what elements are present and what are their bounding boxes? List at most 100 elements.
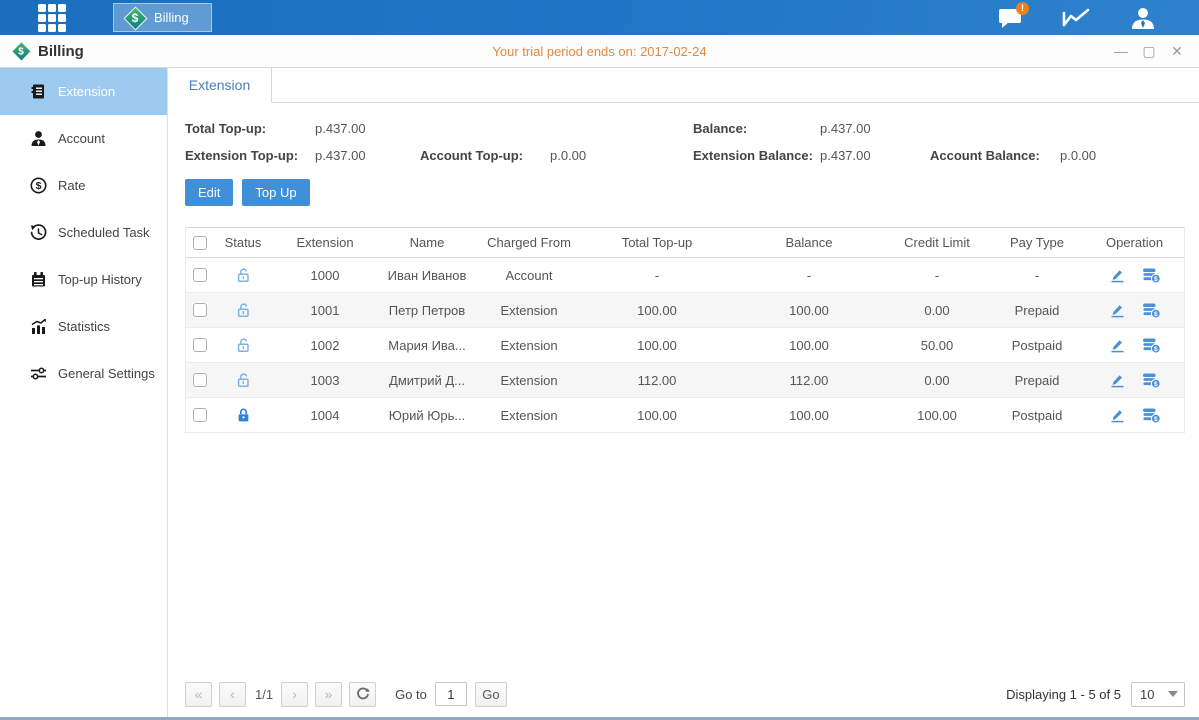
row-checkbox[interactable] [193,268,207,282]
sidebar-item-scheduled-task[interactable]: Scheduled Task [0,209,167,256]
extension-topup-label: Extension Top-up: [185,148,315,163]
billing-app-window: $ Billing ! [0,0,1199,720]
edit-pencil-icon[interactable] [1109,337,1126,354]
table-row: 1000 Иван Иванов Account - - - - $ [186,258,1184,293]
top-up-coins-icon[interactable]: $ [1142,407,1161,424]
minimize-icon[interactable]: — [1113,43,1129,59]
last-page-button[interactable]: » [315,682,342,707]
cell-total-topup: 112.00 [581,373,733,388]
row-checkbox[interactable] [193,338,207,352]
sidebar-label-general-settings: General Settings [58,366,155,381]
edit-button[interactable]: Edit [185,179,233,206]
cell-charged-from: Extension [477,303,581,318]
cell-charged-from: Extension [477,373,581,388]
cell-name: Мария Ива... [377,338,477,353]
sidebar-item-statistics[interactable]: Statistics [0,303,167,350]
cell-charged-from: Account [477,268,581,283]
top-up-coins-icon[interactable]: $ [1142,372,1161,389]
top-up-coins-icon[interactable]: $ [1142,337,1161,354]
cell-pay-type: Postpaid [989,408,1085,423]
top-up-coins-icon[interactable]: $ [1142,302,1161,319]
cell-charged-from: Extension [477,338,581,353]
table-row: 1004 Юрий Юрь... Extension 100.00 100.00… [186,398,1184,433]
cell-credit-limit: - [885,268,989,283]
svg-text:$: $ [1153,276,1157,283]
top-up-button[interactable]: Top Up [242,179,309,206]
row-checkbox[interactable] [193,408,207,422]
first-page-button[interactable]: « [185,682,212,707]
table-row: 1003 Дмитрий Д... Extension 112.00 112.0… [186,363,1184,398]
cell-total-topup: 100.00 [581,408,733,423]
page-indicator: 1/1 [255,687,273,702]
pagination-bar: « ‹ 1/1 › » Go to Go Displaying 1 - 5 of… [185,677,1185,711]
sidebar-label-account: Account [58,131,105,146]
status-unlocked-icon[interactable] [235,372,252,389]
maximize-icon[interactable]: ▢ [1141,43,1157,59]
sidebar-item-rate[interactable]: $ Rate [0,162,167,209]
edit-pencil-icon[interactable] [1109,407,1126,424]
account-topup-label: Account Top-up: [420,148,550,163]
cell-credit-limit: 0.00 [885,373,989,388]
top-up-coins-icon[interactable]: $ [1142,267,1161,284]
row-checkbox[interactable] [193,373,207,387]
extension-balance-label: Extension Balance: [693,148,820,163]
reports-chart-icon[interactable] [1061,5,1093,31]
next-page-button[interactable]: › [281,682,308,707]
extension-topup-value: p.437.00 [315,148,420,163]
displaying-count: Displaying 1 - 5 of 5 [1006,687,1121,702]
refresh-icon [356,687,370,701]
col-total-topup: Total Top-up [581,235,733,250]
svg-text:$: $ [36,180,42,192]
svg-text:$: $ [1153,311,1157,318]
select-all-checkbox[interactable] [193,236,207,250]
col-pay-type: Pay Type [989,235,1085,250]
edit-pencil-icon[interactable] [1109,302,1126,319]
page-size-select[interactable]: 10 [1131,682,1185,707]
cell-name: Юрий Юрь... [377,408,477,423]
top-tab-billing[interactable]: $ Billing [113,3,212,32]
cell-pay-type: Postpaid [989,338,1085,353]
status-unlocked-icon[interactable] [235,302,252,319]
topup-history-calendar-icon [30,271,47,288]
edit-pencil-icon[interactable] [1109,267,1126,284]
cell-name: Петр Петров [377,303,477,318]
col-operation: Operation [1085,235,1184,250]
col-charged-from: Charged From [477,235,581,250]
account-person-icon [30,130,47,147]
svg-text:$: $ [1153,381,1157,388]
cell-extension: 1004 [273,408,377,423]
page-size-value: 10 [1140,687,1154,702]
goto-page-input[interactable] [435,682,467,706]
sidebar-item-extension[interactable]: Extension [0,68,167,115]
tab-extension[interactable]: Extension [168,68,272,103]
go-button[interactable]: Go [475,682,507,707]
refresh-button[interactable] [349,682,376,707]
cell-name: Иван Иванов [377,268,477,283]
svg-text:$: $ [1153,416,1157,423]
sidebar-item-topup-history[interactable]: Top-up History [0,256,167,303]
general-settings-sliders-icon [30,365,47,382]
col-credit-limit: Credit Limit [885,235,989,250]
status-unlocked-icon[interactable] [235,337,252,354]
messages-icon[interactable]: ! [995,5,1027,31]
cell-charged-from: Extension [477,408,581,423]
close-icon[interactable]: ✕ [1169,43,1185,59]
status-unlocked-icon[interactable] [235,267,252,284]
sidebar-item-general-settings[interactable]: General Settings [0,350,167,397]
cell-credit-limit: 50.00 [885,338,989,353]
prev-page-button[interactable]: ‹ [219,682,246,707]
user-account-icon[interactable] [1127,5,1159,31]
extension-balance-value: p.437.00 [820,148,930,163]
edit-pencil-icon[interactable] [1109,372,1126,389]
total-topup-label: Total Top-up: [185,121,315,136]
app-launcher-grid-icon[interactable] [38,4,68,32]
col-balance: Balance [733,235,885,250]
sidebar-label-extension: Extension [58,84,115,99]
sidebar-item-account[interactable]: Account [0,115,167,162]
cell-balance: 100.00 [733,408,885,423]
sidebar-label-statistics: Statistics [58,319,110,334]
row-checkbox[interactable] [193,303,207,317]
status-locked-icon[interactable] [235,407,252,424]
statistics-bar-chart-icon [30,318,47,335]
scheduled-task-clock-icon [30,224,47,241]
